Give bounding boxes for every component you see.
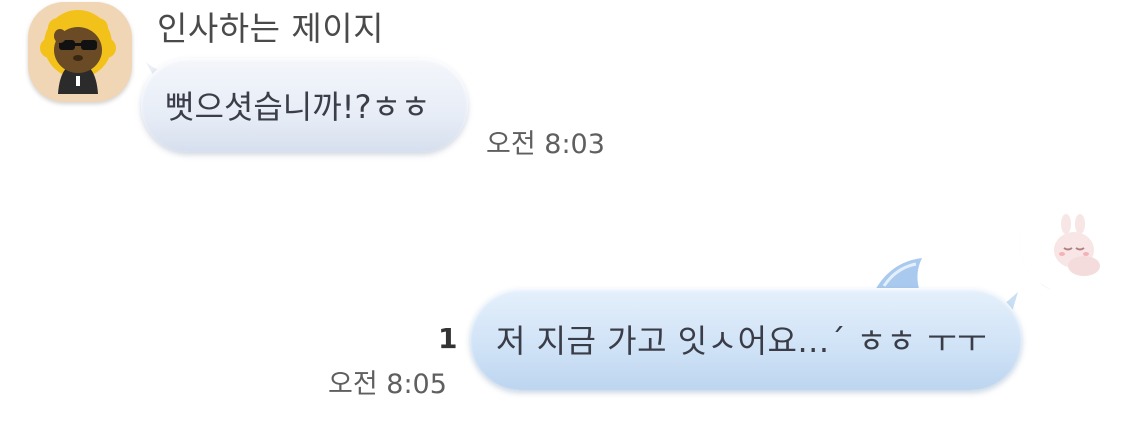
chat-room: 인사하는 제이지 뻣으셧습니까!?ㅎㅎ 오전 8:03 저 지금 가고 잇ㅅ어요… [0, 0, 1125, 426]
incoming-message-time: 오전 8:03 [486, 129, 605, 160]
jay-g-character-icon [40, 10, 116, 94]
outgoing-message-time: 오전 8:05 [328, 369, 447, 400]
outgoing-message-text: 저 지금 가고 잇ㅅ어요...ˊ ㅎㅎ ㅜㅜ [496, 322, 988, 360]
incoming-message-bubble[interactable]: 뻣으셧습니까!?ㅎㅎ [141, 58, 468, 152]
outgoing-message-bubble[interactable]: 저 지금 가고 잇ㅅ어요...ˊ ㅎㅎ ㅜㅜ [470, 288, 1022, 390]
incoming-message-text: 뻣으셧습니까!?ㅎㅎ [165, 88, 431, 126]
sender-avatar[interactable] [28, 2, 132, 102]
moon-bunny-sticker-icon[interactable] [1004, 198, 1116, 308]
unread-count: 1 [438, 322, 458, 355]
sender-name: 인사하는 제이지 [157, 9, 385, 48]
